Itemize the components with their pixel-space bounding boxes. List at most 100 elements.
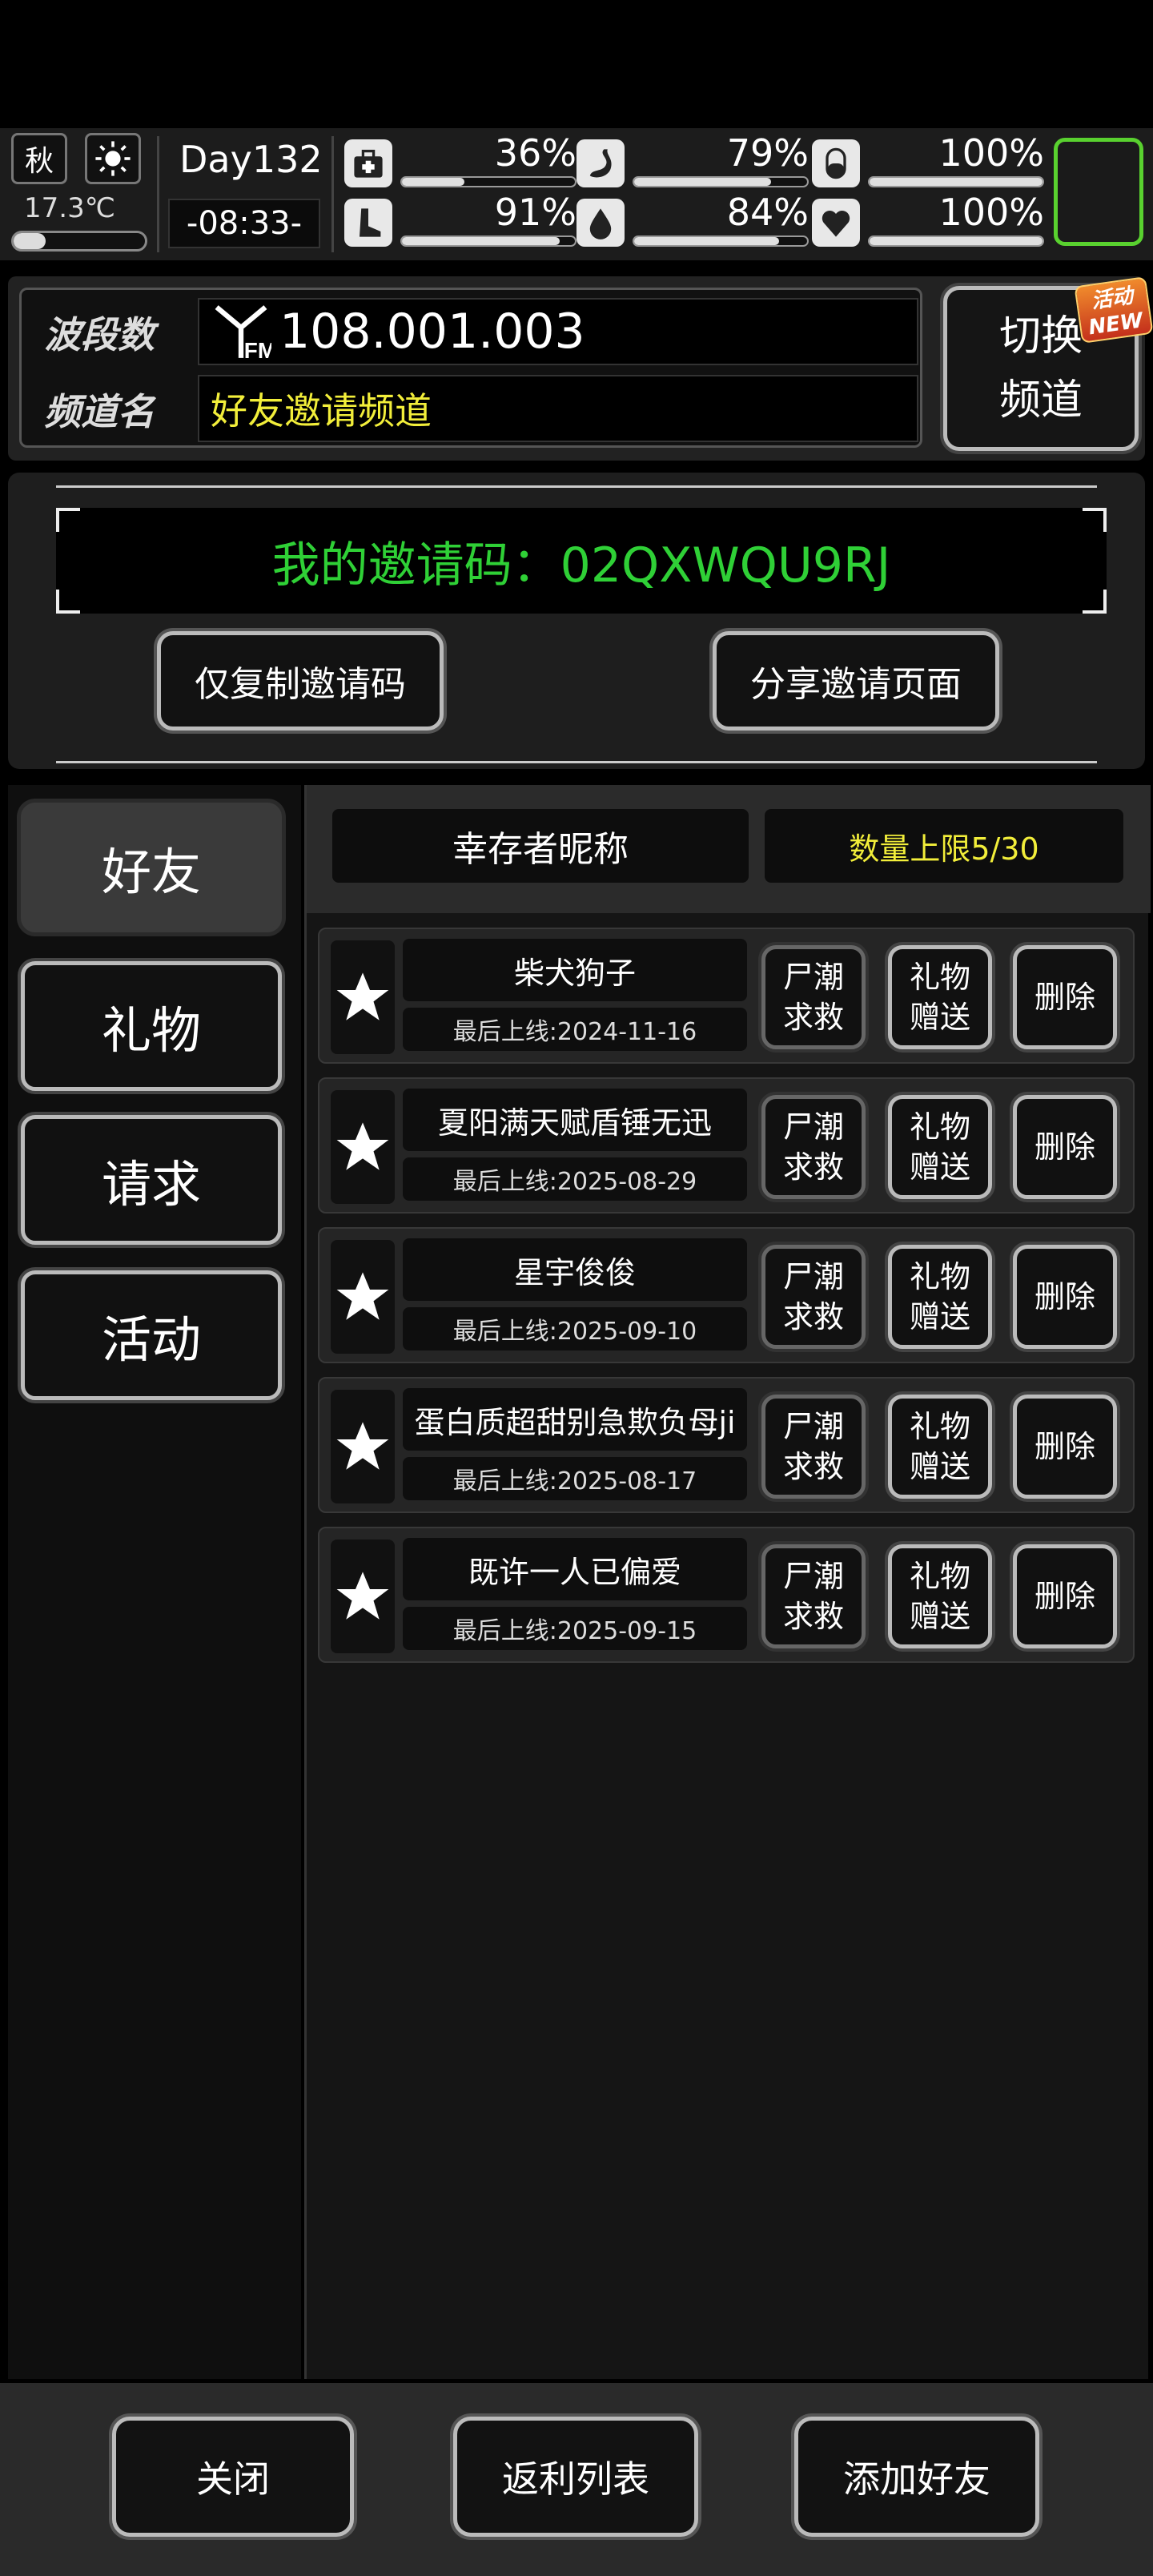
invite-code-box: 我的邀请码：02QXWQU9RJ xyxy=(56,508,1107,614)
zombie-rescue-button[interactable]: 尸潮 求救 xyxy=(761,945,866,1049)
gift-label-1: 礼物 xyxy=(909,960,970,995)
stat-gauge: 36% xyxy=(344,131,576,191)
friend-name: 既许一人已偏爱 xyxy=(403,1538,747,1600)
rescue-label-1: 尸潮 xyxy=(782,1409,844,1444)
stat-gauge: 84% xyxy=(576,191,809,250)
send-gift-button[interactable]: 礼物 赠送 xyxy=(888,1095,992,1199)
delete-label: 删除 xyxy=(1034,1129,1095,1165)
send-gift-button[interactable]: 礼物 赠送 xyxy=(888,1245,992,1349)
delete-label: 删除 xyxy=(1034,1579,1095,1614)
invite-panel: 我的邀请码：02QXWQU9RJ 仅复制邀请码 分享邀请页面 xyxy=(8,473,1145,769)
stat-percent: 91% xyxy=(494,191,576,234)
delete-label: 删除 xyxy=(1034,1279,1095,1314)
stat-bar xyxy=(868,235,1044,247)
friend-limit: 数量上限5/30 xyxy=(765,809,1123,883)
delete-label: 删除 xyxy=(1034,980,1095,1015)
rescue-label-2: 求救 xyxy=(782,1299,844,1334)
medkit-icon xyxy=(344,139,392,187)
heart-icon xyxy=(812,199,860,247)
sidebar: 好友 礼物 请求 活动 xyxy=(8,785,301,2379)
friend-list-panel: 幸存者昵称 数量上限5/30 柴犬狗子 最后上线:2024-11-16 尸潮 求救 礼物… xyxy=(304,785,1151,2379)
list-header: 幸存者昵称 数量上限5/30 xyxy=(307,785,1151,913)
add-friend-button[interactable]: 添加好友 xyxy=(794,2417,1039,2537)
send-gift-button[interactable]: 礼物 赠送 xyxy=(888,1544,992,1648)
zombie-rescue-button[interactable]: 尸潮 求救 xyxy=(761,1095,866,1199)
equipment-slot[interactable] xyxy=(1054,138,1143,246)
friend-row: 夏阳满天赋盾锤无迅 最后上线:2025-08-29 尸潮 求救 礼物 赠送 删除 xyxy=(318,1077,1135,1214)
zombie-rescue-button[interactable]: 尸潮 求救 xyxy=(761,1544,866,1648)
close-label: 关闭 xyxy=(196,2457,270,2501)
friend-name: 夏阳满天赋盾锤无迅 xyxy=(403,1089,747,1151)
stat-bar xyxy=(400,176,576,187)
friend-limit-label: 数量上限5/30 xyxy=(849,831,1039,867)
stat-percent: 36% xyxy=(494,131,576,175)
zombie-rescue-button[interactable]: 尸潮 求救 xyxy=(761,1395,866,1499)
favorite-star-icon[interactable] xyxy=(331,940,395,1054)
channel-info: 波段数 FM 108.001.003 频道名 好友邀请频道 xyxy=(19,288,922,448)
tab-requests[interactable]: 请求 xyxy=(21,1115,282,1245)
clock: -08:33- xyxy=(168,199,320,248)
last-online: 最后上线:2025-08-17 xyxy=(403,1457,747,1500)
gift-label-1: 礼物 xyxy=(909,1409,970,1444)
rescue-label-2: 求救 xyxy=(782,1449,844,1484)
decorative-line xyxy=(56,485,1097,488)
gift-label-2: 赠送 xyxy=(909,1000,970,1035)
last-online: 最后上线:2025-09-10 xyxy=(403,1307,747,1350)
leg-icon xyxy=(344,199,392,247)
zombie-rescue-button[interactable]: 尸潮 求救 xyxy=(761,1245,866,1349)
friend-name: 柴犬狗子 xyxy=(403,939,747,1001)
tab-friends[interactable]: 好友 xyxy=(21,803,282,932)
event-new-badge: 活动 NEW xyxy=(1074,276,1153,344)
add-friend-label: 添加好友 xyxy=(843,2457,990,2501)
close-button[interactable]: 关闭 xyxy=(112,2417,354,2537)
copy-code-button[interactable]: 仅复制邀请码 xyxy=(157,631,444,731)
temperature-label: 17.3℃ xyxy=(24,192,115,224)
stat-gauge: 91% xyxy=(344,191,576,250)
friend-name: 蛋白质超甜别急欺负母ji xyxy=(403,1388,747,1451)
gift-label-2: 赠送 xyxy=(909,1299,970,1334)
stat-percent: 79% xyxy=(726,131,809,175)
delete-friend-button[interactable]: 删除 xyxy=(1013,1544,1117,1648)
friend-row: 星宇俊俊 最后上线:2025-09-10 尸潮 求救 礼物 赠送 删除 xyxy=(318,1227,1135,1363)
stat-bar-fill xyxy=(870,178,1043,186)
favorite-star-icon[interactable] xyxy=(331,1390,395,1503)
channel-name-box: 好友邀请频道 xyxy=(198,375,918,442)
delete-friend-button[interactable]: 删除 xyxy=(1013,945,1117,1049)
stat-bar xyxy=(868,176,1044,187)
favorite-star-icon[interactable] xyxy=(331,1540,395,1653)
tab-label: 礼物 xyxy=(101,1001,201,1060)
status-bar: 秋 17.3℃ Day132 -08:33- 36% 79% 100% 91% 84% 1… xyxy=(0,128,1153,260)
channel-panel: 波段数 FM 108.001.003 频道名 好友邀请频道 切换 频道 活动 N… xyxy=(8,276,1153,461)
tab-events[interactable]: 活动 xyxy=(21,1270,282,1400)
svg-text:FM: FM xyxy=(244,338,271,362)
pill-icon xyxy=(812,139,860,187)
stat-bar xyxy=(633,176,809,187)
delete-friend-button[interactable]: 删除 xyxy=(1013,1395,1117,1499)
rescue-label-1: 尸潮 xyxy=(782,1259,844,1294)
last-online: 最后上线:2025-09-15 xyxy=(403,1607,747,1650)
gift-label-2: 赠送 xyxy=(909,1449,970,1484)
favorite-star-icon[interactable] xyxy=(331,1240,395,1354)
favorite-star-icon[interactable] xyxy=(331,1090,395,1204)
delete-friend-button[interactable]: 删除 xyxy=(1013,1095,1117,1199)
stat-bar-fill xyxy=(402,237,560,245)
copy-code-label: 仅复制邀请码 xyxy=(195,664,406,705)
stat-bar-fill xyxy=(870,237,1043,245)
friend-row: 蛋白质超甜别急欺负母ji 最后上线:2025-08-17 尸潮 求救 礼物 赠送 删除 xyxy=(318,1377,1135,1513)
share-page-button[interactable]: 分享邀请页面 xyxy=(713,631,999,731)
stat-bar-fill xyxy=(634,178,771,186)
gift-label-1: 礼物 xyxy=(909,1559,970,1594)
sun-icon xyxy=(85,133,141,184)
bottom-bar: 关闭 返利列表 添加好友 xyxy=(0,2383,1153,2576)
gift-label-2: 赠送 xyxy=(909,1149,970,1185)
water-drop-icon xyxy=(576,199,625,247)
delete-friend-button[interactable]: 删除 xyxy=(1013,1245,1117,1349)
rebate-list-button[interactable]: 返利列表 xyxy=(453,2417,698,2537)
tab-gifts[interactable]: 礼物 xyxy=(21,961,282,1091)
divider xyxy=(157,136,159,252)
nickname-header: 幸存者昵称 xyxy=(332,809,749,883)
stat-bar-fill xyxy=(634,237,780,245)
send-gift-button[interactable]: 礼物 赠送 xyxy=(888,1395,992,1499)
friend-row: 柴犬狗子 最后上线:2024-11-16 尸潮 求救 礼物 赠送 删除 xyxy=(318,928,1135,1064)
send-gift-button[interactable]: 礼物 赠送 xyxy=(888,945,992,1049)
